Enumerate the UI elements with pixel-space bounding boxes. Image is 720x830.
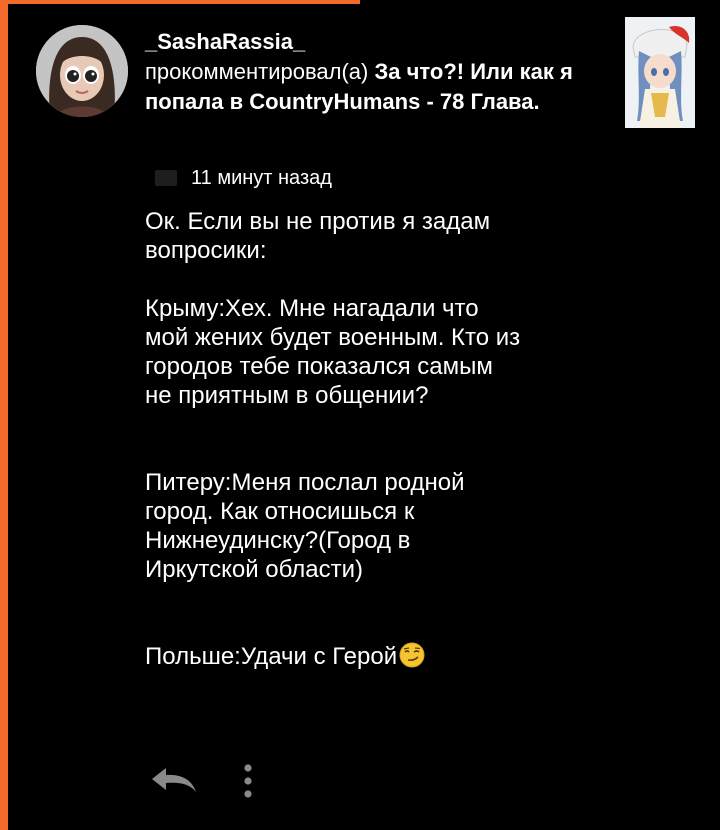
action-text: прокомментировал(а) [145,59,369,84]
comment-notice: прокомментировал(а) За что?! Или как я п… [145,57,605,117]
top-accent-bar [0,0,360,4]
timestamp: 11 минут назад [191,166,332,189]
comment-header: _SashaRassia_ прокомментировал(а) За что… [145,27,605,117]
left-accent-bar [0,0,8,830]
clock-icon [155,170,177,186]
avatar[interactable] [36,25,128,117]
post-thumbnail[interactable] [625,17,695,128]
timestamp-row: 11 минут назад [155,167,332,189]
username[interactable]: _SashaRassia_ [145,27,605,57]
more-vertical-icon[interactable] [243,763,253,799]
reply-arrow-icon[interactable] [150,766,198,796]
smirking-face-icon [399,642,425,668]
comment-body-text: Ок. Если вы не против я задам вопросики:… [145,208,521,670]
comment-body: Ок. Если вы не против я задам вопросики:… [145,207,615,671]
